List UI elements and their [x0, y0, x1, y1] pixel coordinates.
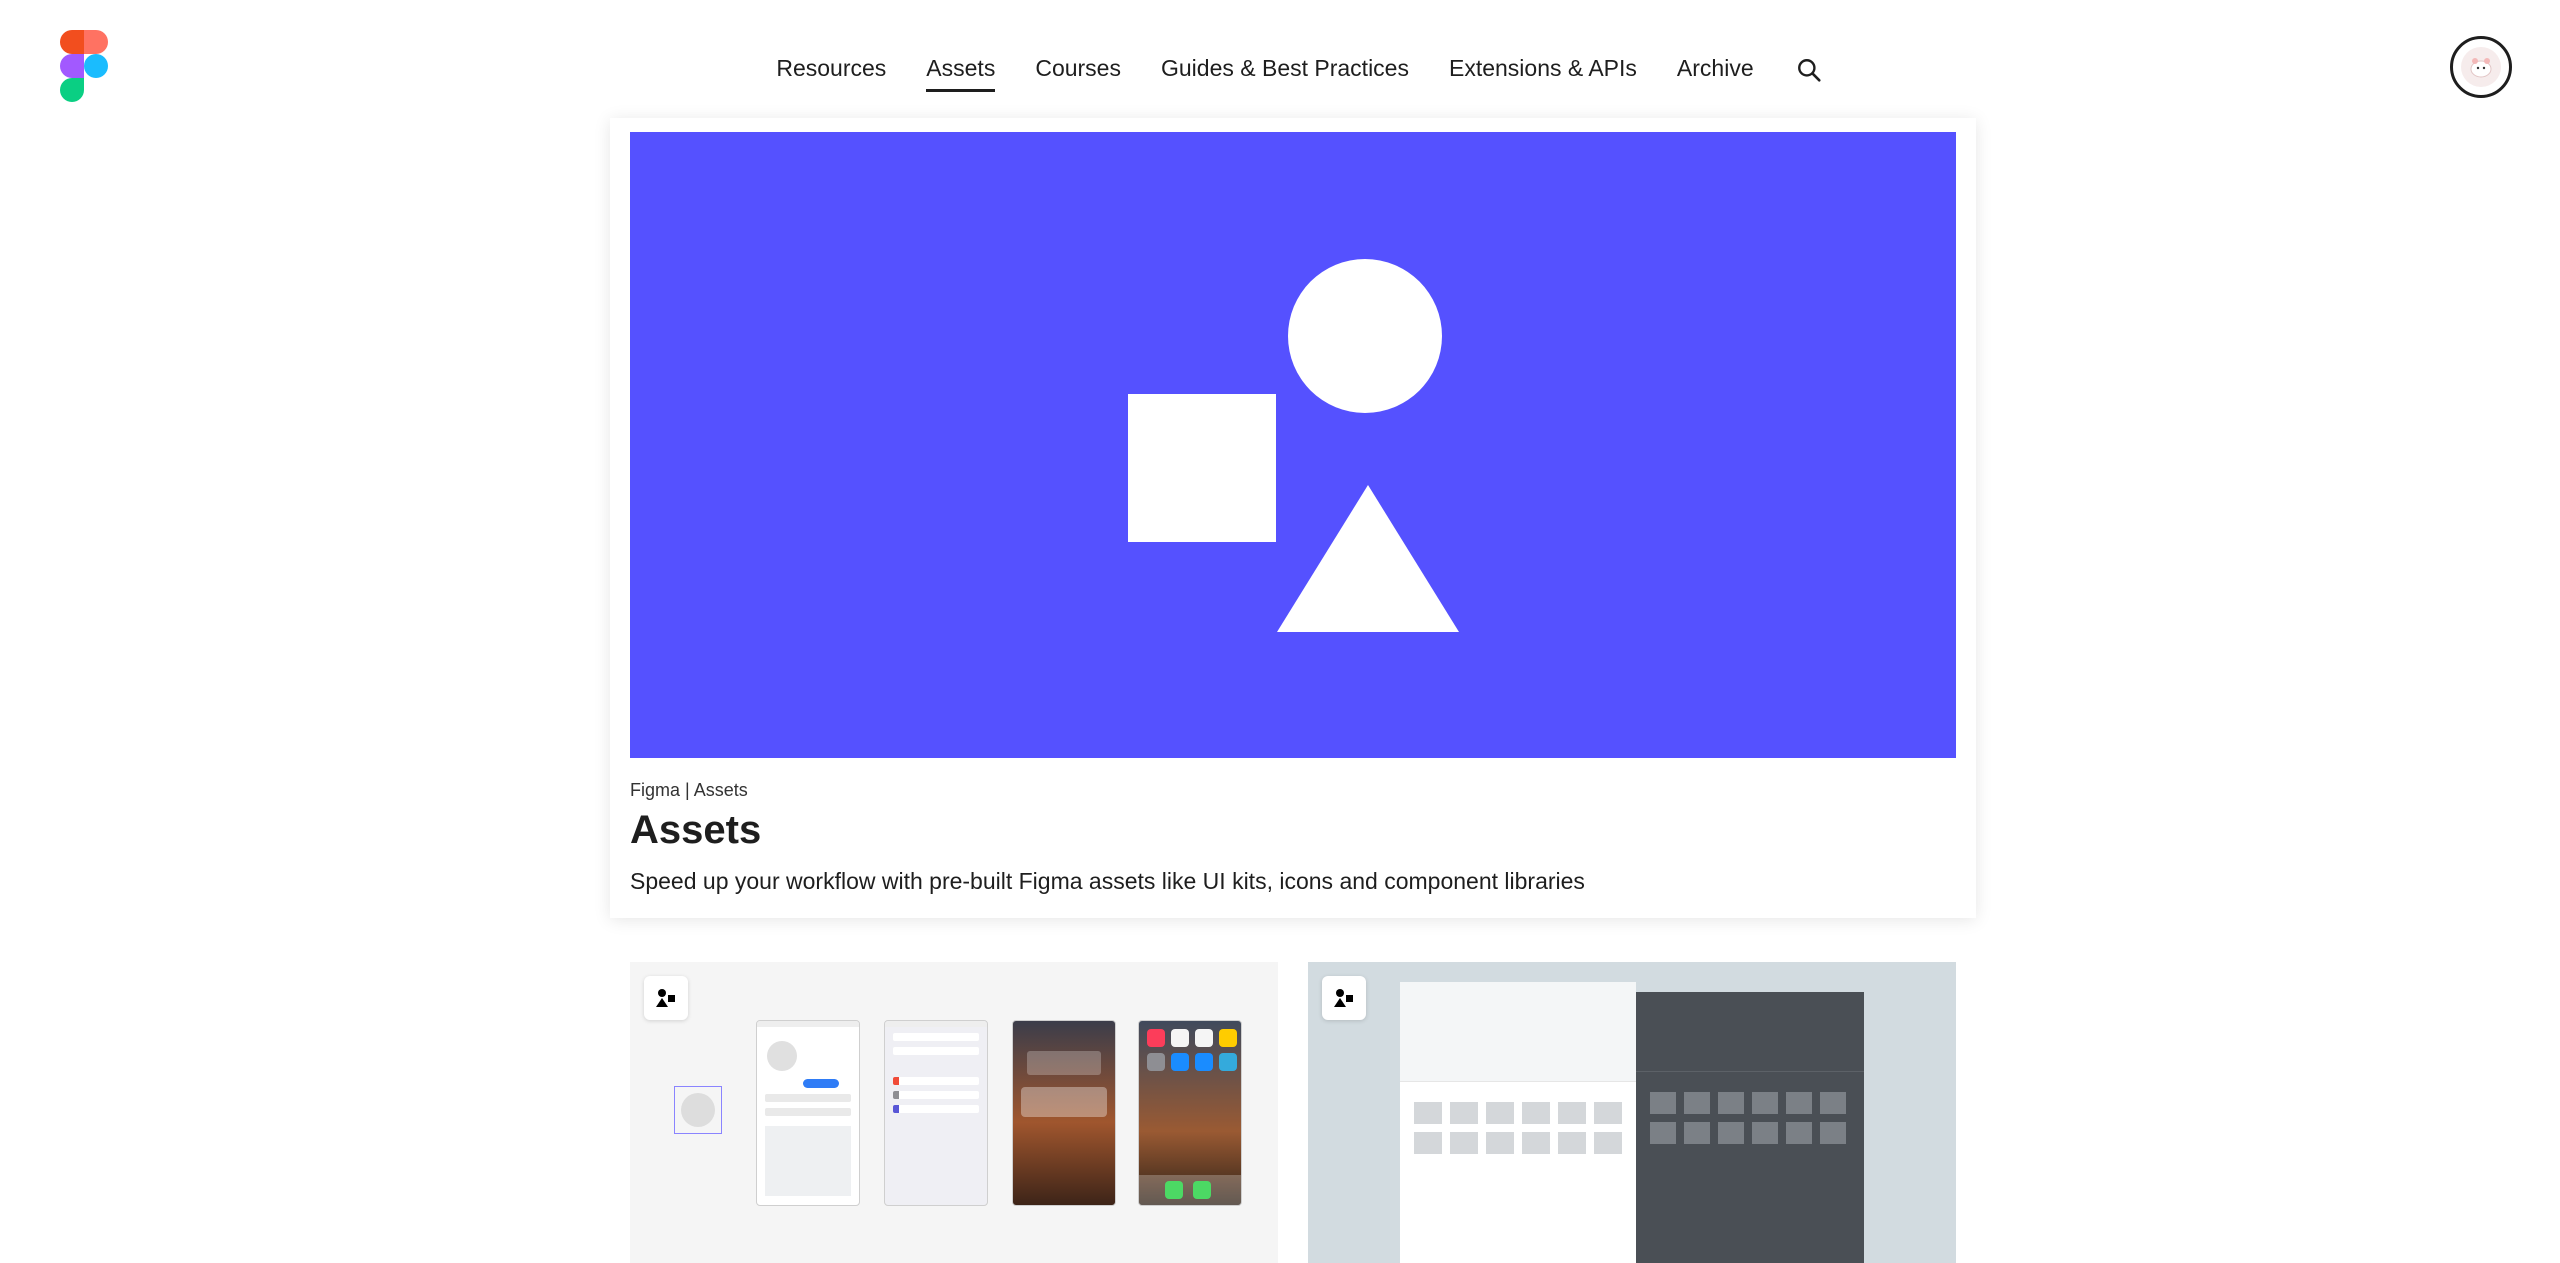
nav-resources[interactable]: Resources [776, 49, 886, 92]
flowchart-dark-preview [1636, 992, 1864, 1263]
asset-card-ios-kit[interactable] [630, 962, 1278, 1263]
community-icon [1334, 989, 1353, 1007]
nav-extensions[interactable]: Extensions & APIs [1449, 49, 1637, 92]
breadcrumb: Figma | Assets [630, 780, 748, 800]
asset-card-flowchart-kit[interactable] [1308, 962, 1956, 1263]
hero-banner [630, 132, 1956, 758]
circle-shape [1288, 259, 1442, 413]
search-icon [1797, 59, 1821, 82]
phone-lock-screen [1012, 1020, 1116, 1206]
search-button[interactable] [1794, 55, 1824, 85]
nav-archive[interactable]: Archive [1677, 49, 1754, 92]
flowchart-light-preview [1400, 982, 1636, 1263]
shapes-illustration [1128, 259, 1459, 632]
user-avatar[interactable] [2450, 36, 2512, 98]
community-icon [656, 989, 675, 1007]
community-badge [1322, 976, 1366, 1020]
nav-assets[interactable]: Assets [926, 49, 996, 92]
square-shape [1128, 394, 1276, 542]
triangle-shape [1277, 485, 1459, 632]
nav-guides[interactable]: Guides & Best Practices [1161, 49, 1409, 92]
hero-card: Figma | Assets Assets Speed up your work… [610, 118, 1976, 918]
component-preview [674, 1086, 722, 1134]
phone-home-screen [1138, 1020, 1242, 1206]
phone-settings-screen [884, 1020, 988, 1206]
phone-app-screen [756, 1020, 860, 1206]
avatar-image-icon [2461, 47, 2501, 87]
nav-courses[interactable]: Courses [1035, 49, 1121, 92]
page-description: Speed up your workflow with pre-built Fi… [630, 868, 1585, 894]
page-title: Assets [630, 808, 762, 852]
community-badge [644, 976, 688, 1020]
main-nav: Resources Assets Courses Guides & Best P… [0, 48, 2560, 92]
